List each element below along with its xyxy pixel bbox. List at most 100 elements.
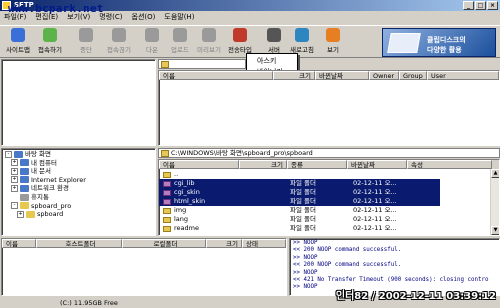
- log-line: >> NOOP: [293, 240, 318, 246]
- toolbar-button-label: 중단: [80, 46, 92, 54]
- cell-name: ..: [174, 170, 179, 178]
- toolbar-button-label: 업로드: [171, 46, 189, 54]
- expand-icon[interactable]: +: [11, 167, 18, 175]
- menu-file[interactable]: 파일(F): [4, 12, 26, 22]
- table-row[interactable]: ..: [159, 170, 440, 179]
- scroll-up-button[interactable]: ▲: [491, 169, 499, 178]
- folder-icon: [20, 202, 29, 210]
- expand-icon[interactable]: +: [17, 210, 24, 218]
- table-row[interactable]: cgi_skin 파일 폴더 02-12-11 오...: [159, 188, 440, 197]
- toolbar-button-6[interactable]: 미리보기: [193, 28, 225, 57]
- cell-type: 파일 폴더: [290, 197, 316, 205]
- tree-item-label: 내 컴퓨터: [31, 158, 57, 167]
- toolbar-button-1[interactable]: 접속하기: [34, 28, 66, 57]
- remote-path-bar[interactable]: [158, 59, 246, 69]
- table-row[interactable]: readme 파일 폴더 02-12-11 오...: [159, 224, 440, 233]
- cell-type: 파일 폴더: [290, 224, 316, 232]
- tree-item-label: 휴지통: [31, 193, 49, 201]
- menu-command[interactable]: 명령(C): [99, 12, 122, 22]
- timestamp-overlay: 인터82 / 2002-12-11 03:39:12: [335, 291, 496, 302]
- local-tree-pane[interactable]: - 바탕 화면 + 내 컴퓨터 + 내 문서 + Internet Explorer + 네트워크…: [1, 148, 156, 236]
- log-line: >> NOOP: [293, 269, 318, 276]
- col-user[interactable]: User: [427, 71, 499, 80]
- menu-view[interactable]: 보기(V): [67, 12, 90, 22]
- cell-date: 02-12-11 오...: [353, 179, 397, 187]
- tree-item-label: spboard_pro: [31, 201, 72, 210]
- local-path-bar[interactable]: C:\WINDOWS\바탕 화면\spboard_pro\spboard: [158, 148, 500, 158]
- queue-header: 이름 호스트폴더 로컬폴더 크기 상태: [2, 239, 286, 248]
- computer-icon: [20, 159, 29, 167]
- col-local-folder[interactable]: 로컬폴더: [122, 239, 206, 248]
- col-size[interactable]: 크기: [206, 239, 242, 248]
- collapse-icon[interactable]: -: [11, 202, 18, 210]
- toolbar-button-5[interactable]: 업로드: [164, 28, 196, 57]
- cell-date: 02-12-11 오...: [353, 215, 397, 223]
- col-host-folder[interactable]: 호스트폴더: [36, 239, 122, 248]
- col-status[interactable]: 상태: [242, 239, 286, 248]
- table-row[interactable]: html_skin 파일 폴더 02-12-11 오...: [159, 197, 440, 206]
- col-name[interactable]: 이름: [159, 160, 239, 169]
- col-size[interactable]: 크기: [273, 71, 315, 80]
- collapse-icon[interactable]: -: [5, 150, 12, 158]
- folder-icon: [26, 210, 35, 218]
- toolbar-button-3[interactable]: 접속끊기: [103, 28, 135, 57]
- col-group[interactable]: Group: [399, 71, 427, 80]
- desktop-icon: [14, 150, 23, 158]
- cell-type: 파일 폴더: [290, 206, 316, 214]
- remote-tree-pane[interactable]: [1, 59, 156, 146]
- scroll-down-button[interactable]: ▼: [491, 226, 499, 235]
- table-row[interactable]: cgi_lib 파일 폴더 02-12-11 오...: [159, 179, 440, 188]
- menu-edit[interactable]: 편집(E): [35, 12, 58, 22]
- local-list-header: 이름 크기 종류 바뀐날짜 속성: [159, 160, 499, 169]
- col-size[interactable]: 크기: [239, 160, 287, 169]
- tree-item-label: 바탕 화면: [25, 150, 51, 158]
- folder-icon: [163, 208, 171, 214]
- toolbar-button-2[interactable]: 중단: [70, 28, 102, 57]
- maximize-button[interactable]: □: [475, 1, 486, 10]
- folder-icon: [163, 199, 171, 205]
- col-name[interactable]: 이름: [2, 239, 36, 248]
- col-modified[interactable]: 바뀐날짜: [347, 160, 407, 169]
- disconnect-icon: [112, 28, 126, 42]
- ad-banner[interactable]: 클립디스크의 다양한 활용: [382, 28, 496, 57]
- transfer-option-ascii[interactable]: 아스키: [257, 56, 276, 66]
- col-owner[interactable]: Owner: [369, 71, 399, 80]
- connect-icon: [43, 28, 57, 42]
- local-file-list[interactable]: 이름 크기 종류 바뀐날짜 속성 ▲ ▼ .. cgi_lib 파일 폴더 02-12…: [158, 159, 500, 236]
- expand-icon[interactable]: +: [11, 184, 18, 192]
- table-row[interactable]: lang 파일 폴더 02-12-11 오...: [159, 215, 440, 224]
- server-icon: [267, 28, 281, 42]
- transfer-type-icon: [233, 28, 247, 42]
- folder-icon: [163, 217, 171, 223]
- tree-item-label: spboard: [37, 210, 64, 219]
- cell-name: cgi_skin: [174, 188, 200, 196]
- toolbar-button-10[interactable]: 보기: [317, 28, 349, 57]
- minimize-button[interactable]: _: [463, 1, 474, 10]
- cell-name: lang: [174, 215, 189, 223]
- menu-options[interactable]: 옵션(O): [132, 12, 156, 22]
- menu-help[interactable]: 도움말(H): [164, 12, 194, 22]
- toolbar-button-0[interactable]: 사이트맵: [2, 28, 34, 57]
- col-modified[interactable]: 바뀐날짜: [315, 71, 369, 80]
- remote-file-list[interactable]: 이름 크기 바뀐날짜 Owner Group User: [158, 70, 500, 146]
- documents-icon: [20, 167, 29, 175]
- download-icon: [145, 28, 159, 42]
- expand-icon[interactable]: +: [11, 176, 18, 184]
- toolbar-button-label: 접속하기: [38, 46, 62, 54]
- stop-icon: [79, 28, 93, 42]
- local-list-scrollbar[interactable]: ▲ ▼: [490, 169, 499, 235]
- cell-name: html_skin: [174, 197, 206, 205]
- transfer-queue[interactable]: 이름 호스트폴더 로컬폴더 크기 상태: [1, 238, 287, 296]
- col-name[interactable]: 이름: [159, 71, 273, 80]
- close-button[interactable]: ×: [487, 1, 498, 10]
- ie-icon: [20, 176, 29, 184]
- cell-name: readme: [174, 224, 199, 232]
- col-attributes[interactable]: 속성: [407, 160, 492, 169]
- col-type[interactable]: 종류: [287, 160, 347, 169]
- toolbar-button-label: 보기: [327, 46, 339, 54]
- table-row[interactable]: img 파일 폴더 02-12-11 오...: [159, 206, 440, 215]
- expand-icon[interactable]: +: [11, 159, 18, 167]
- cell-type: 파일 폴더: [290, 215, 316, 223]
- banner-line1: 클립디스크의: [427, 36, 466, 44]
- tree-item[interactable]: + spboard: [17, 210, 63, 219]
